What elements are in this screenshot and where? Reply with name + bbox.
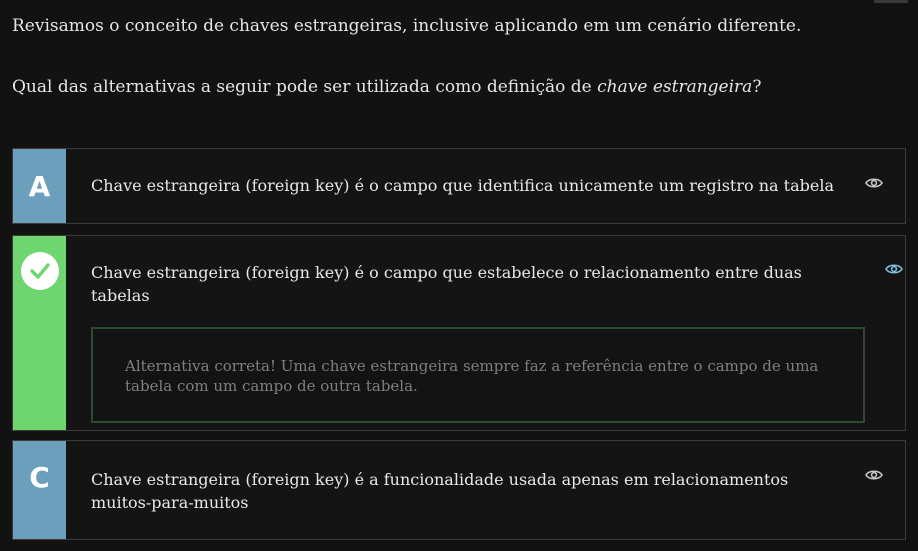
- option-b[interactable]: Chave estrangeira (foreign key) é o camp…: [12, 235, 906, 431]
- option-a-letter-badge: A: [13, 149, 66, 223]
- option-c-body: Chave estrangeira (foreign key) é a func…: [66, 441, 905, 539]
- eye-icon[interactable]: [865, 177, 883, 189]
- feedback-text: Alternativa correta! Uma chave estrangei…: [125, 357, 819, 395]
- option-a-letter: A: [28, 169, 51, 203]
- question-text: Qual das alternativas a seguir pode ser …: [12, 75, 761, 99]
- option-c-text: Chave estrangeira (foreign key) é a func…: [91, 470, 789, 512]
- eye-icon[interactable]: [865, 469, 883, 481]
- option-c-letter: C: [29, 461, 50, 494]
- question-emphasis: chave estrangeira: [597, 77, 753, 97]
- option-b-body: Chave estrangeira (foreign key) é o camp…: [66, 236, 918, 430]
- feedback-box: Alternativa correta! Uma chave estrangei…: [91, 327, 865, 423]
- option-b-correct-badge: [13, 236, 66, 430]
- question-text-start: Qual das alternativas a seguir pode ser …: [12, 77, 598, 97]
- option-c-letter-badge: C: [13, 441, 66, 539]
- eye-icon[interactable]: [885, 263, 903, 275]
- check-circle-icon: [20, 252, 59, 290]
- option-b-text: Chave estrangeira (foreign key) é o camp…: [91, 263, 802, 305]
- question-text-end: ?: [752, 77, 762, 97]
- intro-text: Revisamos o conceito de chaves estrangei…: [12, 16, 802, 36]
- top-bar-fragment: [874, 0, 908, 3]
- option-a-body: Chave estrangeira (foreign key) é o camp…: [66, 149, 905, 223]
- option-c[interactable]: C Chave estrangeira (foreign key) é a fu…: [12, 440, 906, 540]
- option-a[interactable]: A Chave estrangeira (foreign key) é o ca…: [12, 148, 906, 224]
- option-a-text: Chave estrangeira (foreign key) é o camp…: [91, 176, 834, 195]
